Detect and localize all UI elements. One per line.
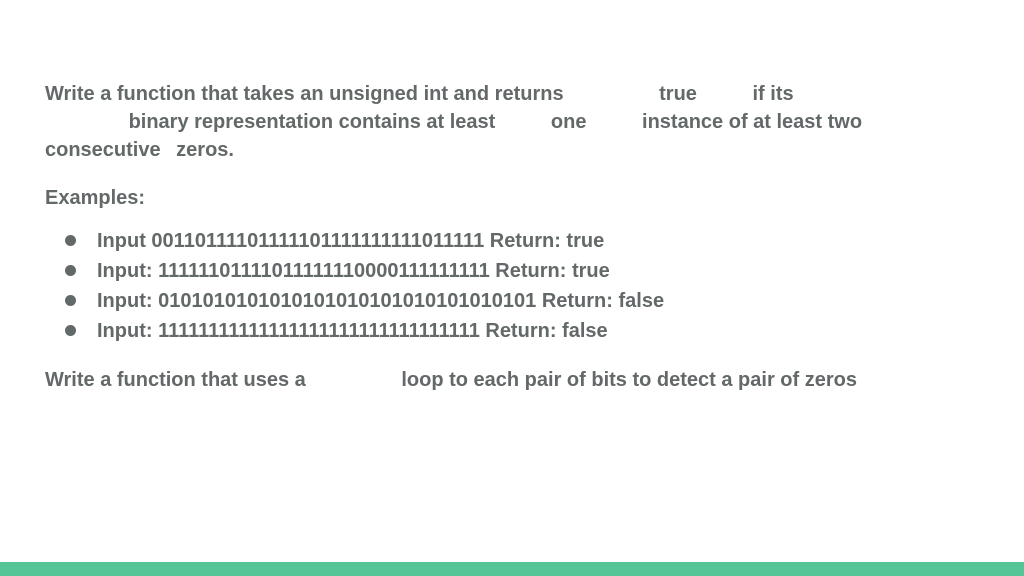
text-fragment: Write a function that uses a: [45, 369, 306, 391]
text-fragment: one: [551, 111, 587, 133]
text-fragment: loop to each pair of bits to detect a pa…: [401, 369, 857, 391]
list-item: Input: 11111101111011111110000111111111 …: [65, 256, 979, 286]
text-fragment: true: [659, 83, 697, 105]
list-item: Input: 11111111111111111111111111111111 …: [65, 316, 979, 346]
list-item: Input 00110111101111101111111111011111 R…: [65, 226, 979, 256]
text-fragment: zeros.: [176, 139, 234, 161]
slide-body: Write a function that takes an unsigned …: [0, 0, 1024, 394]
instruction-statement: Write a function that uses a loop to eac…: [45, 366, 979, 394]
examples-heading: Examples:: [45, 184, 979, 212]
text-fragment: if its: [753, 83, 794, 105]
examples-list: Input 00110111101111101111111111011111 R…: [45, 226, 979, 346]
text-fragment: binary representation contains at least: [129, 111, 496, 133]
footer-accent-bar: [0, 562, 1024, 576]
problem-statement: Write a function that takes an unsigned …: [45, 80, 979, 164]
list-item: Input: 010101010101010101010101010101010…: [65, 286, 979, 316]
text-fragment: Write a function that takes an unsigned …: [45, 83, 564, 105]
